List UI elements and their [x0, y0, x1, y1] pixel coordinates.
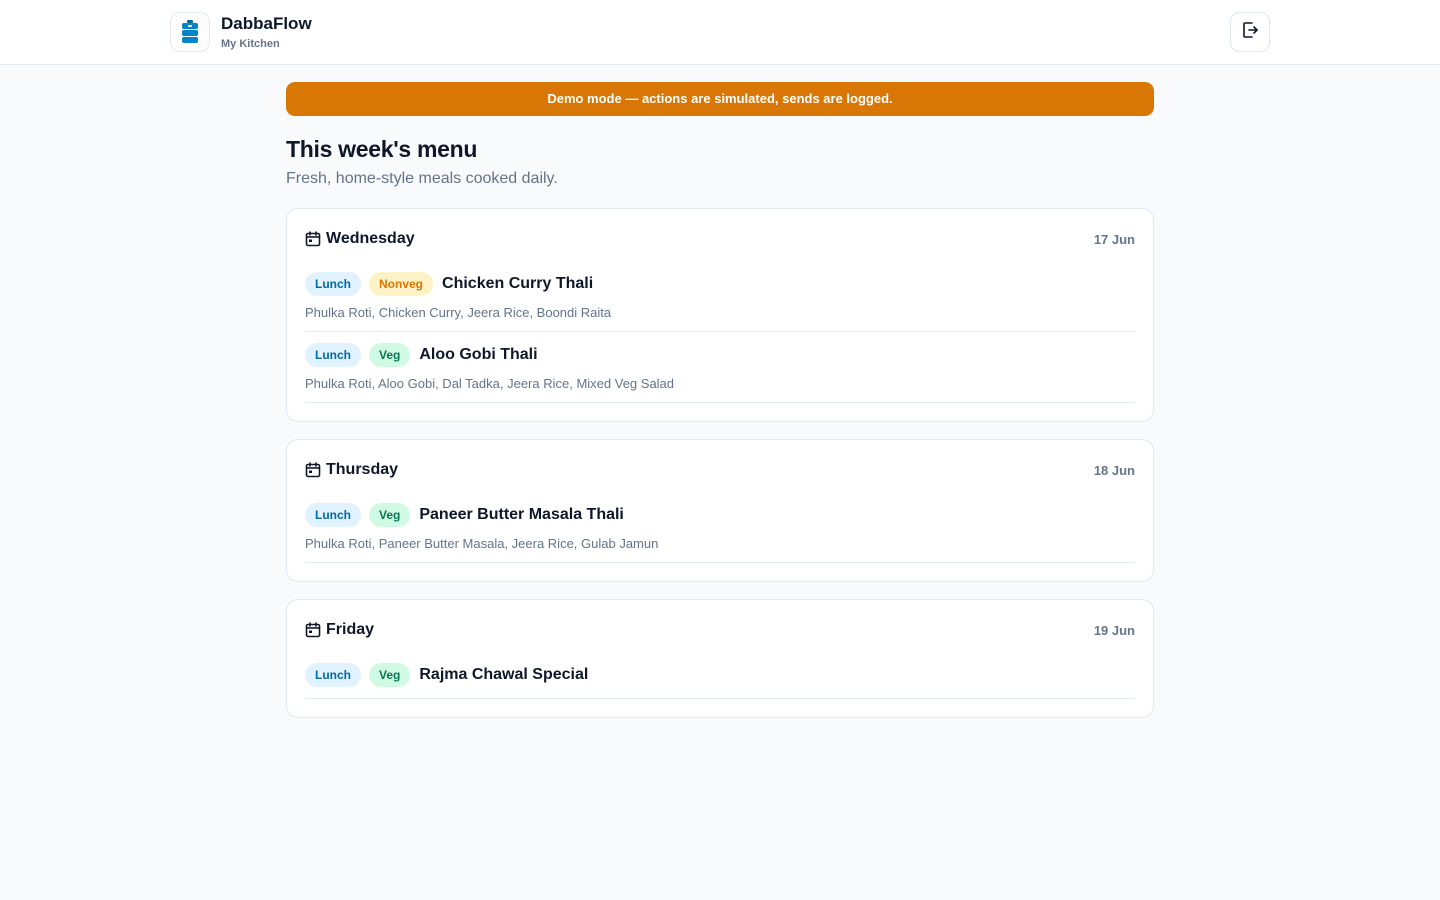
- day-header: Friday 19 Jun: [305, 600, 1135, 660]
- logout-icon: [1240, 20, 1260, 45]
- brand[interactable]: DabbaFlow My Kitchen: [170, 12, 312, 52]
- meal-item[interactable]: Lunch Nonveg Chicken Curry Thali Phulka Rot…: [305, 271, 1135, 332]
- day-name: Thursday: [326, 461, 399, 478]
- main-content: Demo mode — actions are simulated, sends…: [286, 82, 1154, 718]
- day-name: Wednesday: [326, 230, 415, 247]
- meal-type-badge: Lunch: [305, 503, 361, 527]
- meal-name: Paneer Butter Masala Thali: [419, 506, 624, 523]
- day-header: Thursday 18 Jun: [305, 440, 1135, 500]
- day-name: Friday: [326, 621, 375, 638]
- page-subtitle: Fresh, home-style meals cooked daily.: [286, 170, 558, 187]
- meal-type-badge: Lunch: [305, 343, 361, 367]
- meal-item[interactable]: Lunch Veg Paneer Butter Masala Thali Phulka…: [305, 502, 1135, 563]
- day-card-friday: Friday 19 Jun Lunch Veg Rajma Chawal Special: [286, 599, 1154, 718]
- diet-badge: Veg: [369, 503, 411, 527]
- tiffin-box-icon: [170, 12, 210, 52]
- meal-name: Rajma Chawal Special: [419, 666, 589, 683]
- day-card-wednesday: Wednesday 17 Jun Lunch Nonveg Chicken Curry …: [286, 208, 1154, 422]
- meal-name: Chicken Curry Thali: [442, 275, 594, 292]
- app-subtitle: My Kitchen: [221, 37, 280, 50]
- top-bar: DabbaFlow My Kitchen: [0, 0, 1440, 65]
- meal-items: Phulka Roti, Chicken Curry, Jeera Rice, …: [305, 305, 612, 320]
- calendar-icon: [305, 231, 321, 247]
- diet-badge: Veg: [369, 343, 411, 367]
- calendar-icon: [305, 462, 321, 478]
- day-list: Wednesday 17 Jun Lunch Nonveg Chicken Curry …: [286, 208, 1154, 718]
- day-card-thursday: Thursday 18 Jun Lunch Veg Paneer Butter Masa…: [286, 439, 1154, 582]
- meal-type-badge: Lunch: [305, 272, 361, 296]
- meal-type-badge: Lunch: [305, 663, 361, 687]
- diet-badge: Nonveg: [369, 272, 434, 296]
- diet-badge: Veg: [369, 663, 411, 687]
- calendar-icon: [305, 622, 321, 638]
- day-header: Wednesday 17 Jun: [305, 209, 1135, 269]
- day-date: 17 Jun: [1093, 231, 1135, 247]
- day-date: 18 Jun: [1093, 462, 1135, 478]
- meal-items: Phulka Roti, Aloo Gobi, Dal Tadka, Jeera…: [305, 376, 675, 391]
- meal-name: Aloo Gobi Thali: [419, 346, 538, 363]
- demo-mode-banner: Demo mode — actions are simulated, sends…: [286, 82, 1154, 116]
- meal-item[interactable]: Lunch Veg Aloo Gobi Thali Phulka Roti, Aloo…: [305, 342, 1135, 403]
- app-name: DabbaFlow: [221, 13, 312, 33]
- page-title: This week's menu: [286, 136, 478, 162]
- day-date: 19 Jun: [1093, 622, 1135, 638]
- meal-item[interactable]: Lunch Veg Rajma Chawal Special: [305, 662, 1135, 699]
- logout-button[interactable]: [1230, 12, 1270, 52]
- meal-items: Phulka Roti, Paneer Butter Masala, Jeera…: [305, 536, 659, 551]
